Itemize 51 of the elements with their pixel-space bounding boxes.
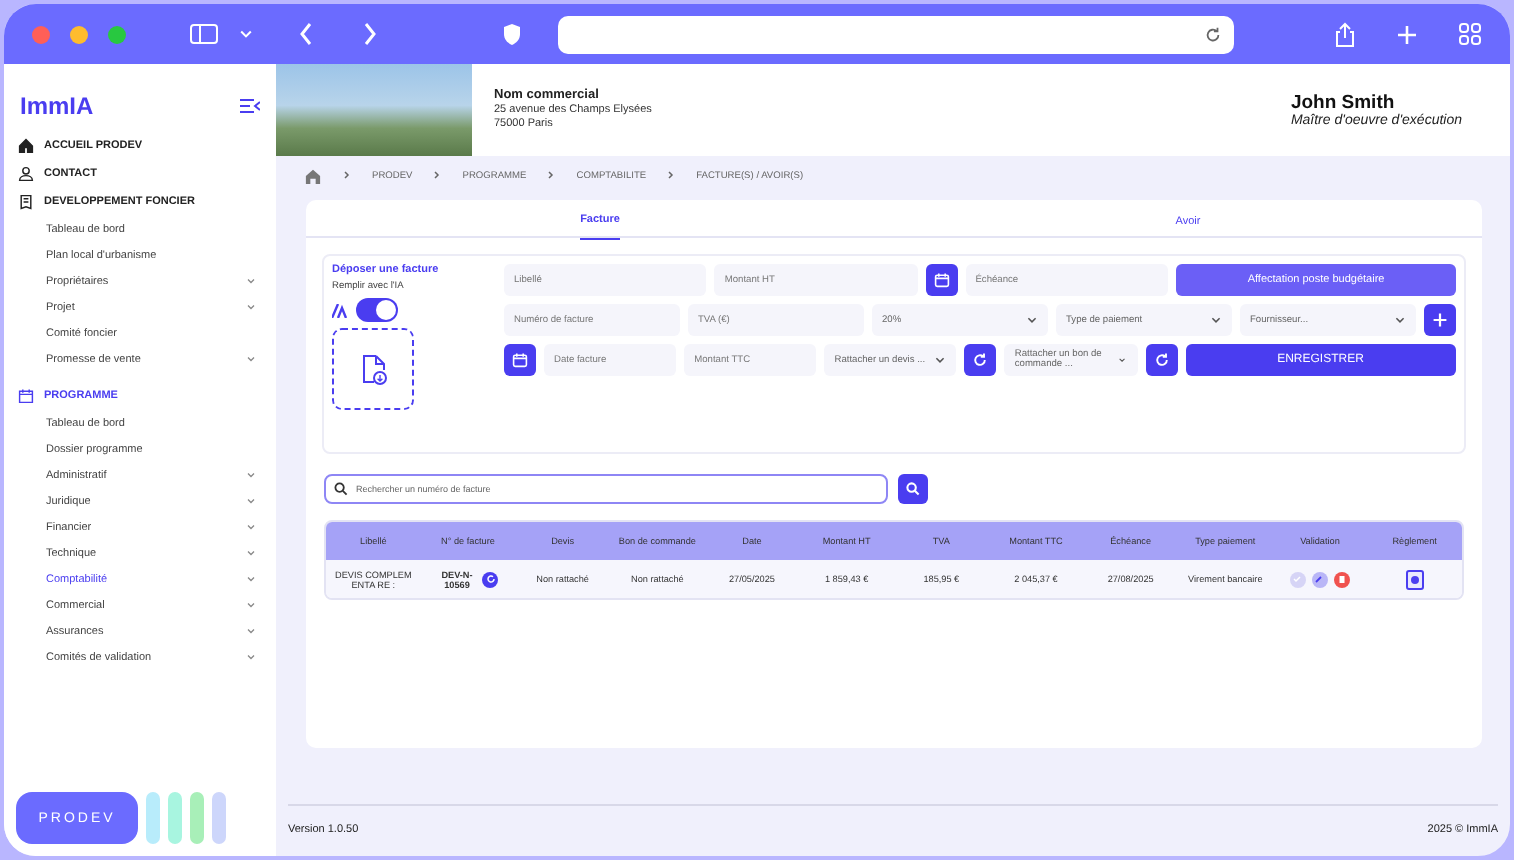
calendar-icon xyxy=(18,388,34,404)
sidebar-toggle-icon[interactable] xyxy=(190,24,218,44)
refresh-icon xyxy=(972,352,989,368)
calendar-button[interactable] xyxy=(504,344,536,376)
chevron-right-icon xyxy=(432,169,443,183)
chevron-down-icon xyxy=(1394,314,1406,326)
share-icon[interactable] xyxy=(1334,21,1356,47)
chevron-down-icon xyxy=(1118,354,1127,366)
address-bar[interactable] xyxy=(558,15,1234,53)
user-name: John Smith xyxy=(1290,92,1395,114)
add-button[interactable] xyxy=(1424,304,1456,336)
payment-icon[interactable] xyxy=(1405,569,1424,589)
chevron-right-icon xyxy=(342,169,352,183)
back-icon[interactable] xyxy=(298,22,314,46)
forward-icon[interactable] xyxy=(362,22,378,46)
refresh-icon xyxy=(1153,352,1169,368)
chevron-right-icon xyxy=(546,169,557,183)
refresh-button[interactable] xyxy=(964,344,997,376)
collapse-menu-icon[interactable] xyxy=(240,98,260,114)
logo-icon xyxy=(332,303,350,317)
home-icon xyxy=(18,138,34,154)
delete-icon[interactable] xyxy=(1333,571,1350,587)
search-icon xyxy=(906,482,920,496)
reload-icon[interactable] xyxy=(1204,25,1222,43)
app-logo: ImmIA xyxy=(20,92,94,120)
calendar-icon xyxy=(512,352,528,368)
ai-toggle[interactable] xyxy=(356,298,398,322)
shield-icon xyxy=(502,22,522,46)
search-button[interactable] xyxy=(898,474,928,504)
maximize-dot[interactable] xyxy=(108,25,126,43)
validate-check-icon[interactable] xyxy=(1289,571,1306,587)
tabs-grid-icon[interactable] xyxy=(1458,22,1482,46)
close-dot[interactable] xyxy=(32,25,50,43)
file-download-icon xyxy=(359,353,387,385)
refresh-button[interactable] xyxy=(1145,344,1177,376)
chevron-down-icon xyxy=(238,26,254,42)
calendar-icon xyxy=(933,272,950,288)
person-icon xyxy=(18,166,34,182)
plus-icon[interactable] xyxy=(1396,23,1418,45)
file-drop-zone[interactable] xyxy=(332,328,414,410)
plus-icon xyxy=(1432,312,1448,328)
search-icon xyxy=(334,482,348,496)
calendar-button[interactable] xyxy=(925,264,958,296)
document-icon xyxy=(18,194,34,210)
edit-icon[interactable] xyxy=(1311,571,1328,587)
chevron-right-icon xyxy=(666,169,677,183)
chevron-down-icon xyxy=(934,354,947,366)
chevron-down-icon xyxy=(1210,314,1222,326)
chevron-down-icon xyxy=(1026,314,1038,326)
home-icon[interactable] xyxy=(304,168,322,184)
minimize-dot[interactable] xyxy=(70,25,88,43)
